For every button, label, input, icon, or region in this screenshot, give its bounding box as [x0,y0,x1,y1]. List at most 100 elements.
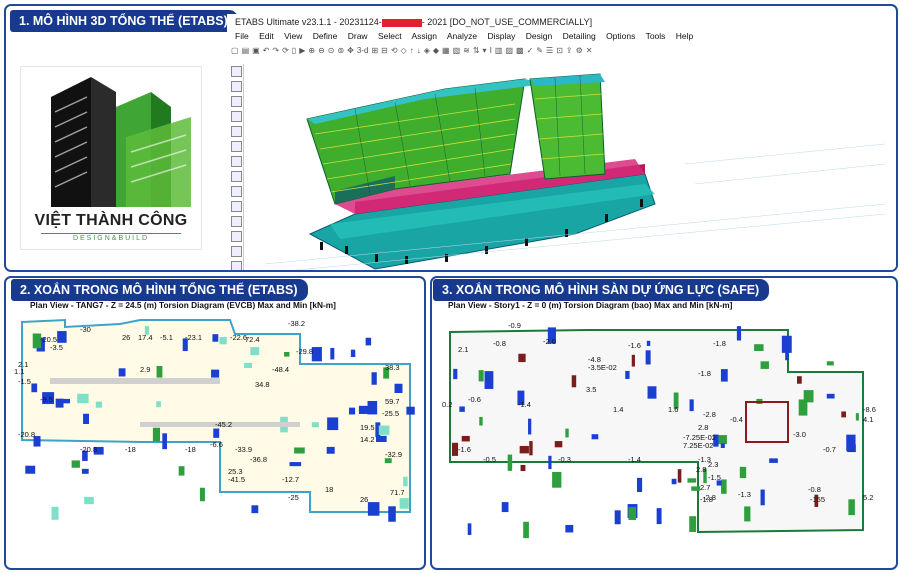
menu-draw[interactable]: Draw [348,31,368,41]
rotate-icon[interactable]: ⟲ [391,46,398,55]
design-check-icon[interactable]: ✓ [527,46,534,55]
draw-line-icon[interactable] [231,81,242,92]
plan-view-icon[interactable]: ⊞ [371,46,378,55]
menu-edit[interactable]: Edit [259,31,274,41]
draw-rect-icon[interactable] [231,186,242,197]
draw-column-icon[interactable] [231,126,242,137]
torsion-bar [552,471,562,488]
draw-opening-icon[interactable] [231,171,242,182]
torsion-bar [518,353,526,363]
menu-tools[interactable]: Tools [646,31,666,41]
menu-detailing[interactable]: Detailing [563,31,596,41]
design-concrete-icon[interactable]: ▥ [495,46,503,55]
torsion-bar [358,405,371,414]
zoom-in-icon[interactable]: ⊕ [308,46,315,55]
torsion-value-label: -6.6 [210,440,223,449]
undo-icon[interactable]: ↶ [263,46,270,55]
pointer-tool-icon[interactable] [231,66,242,77]
torsion-bar [718,435,727,445]
torsion-value-label: -9.5 [40,395,53,404]
torsion-value-label: 38.3 [385,363,400,372]
up-arrow-icon[interactable]: ↑ [410,46,414,55]
display-forces-icon[interactable]: ⇅ [473,46,480,55]
draw-brace-icon[interactable] [231,111,242,122]
design-wall-icon[interactable]: ▩ [516,46,524,55]
select-all-icon[interactable] [231,261,242,270]
detailing-icon[interactable]: ✎ [536,46,543,55]
elevation-icon[interactable]: ⊟ [381,46,388,55]
menu-file[interactable]: File [235,31,249,41]
perspective-icon[interactable]: ◇ [401,46,407,55]
pan-icon[interactable]: ✥ [347,46,354,55]
run-icon[interactable]: ▶ [299,46,305,55]
3d-view-button[interactable]: 3-d [357,46,369,55]
extrude-icon[interactable]: ▧ [453,46,461,55]
torsion-bar [646,340,651,346]
draw-wall-icon[interactable] [231,141,242,152]
torsion-bar [95,401,103,408]
export-icon[interactable]: ⇪ [566,46,573,55]
object-fill-icon[interactable]: ▦ [442,46,450,55]
open-icon[interactable]: ▤ [242,46,250,55]
torsion-bar [519,445,529,454]
torsion-bar [461,435,470,442]
draw-grid-icon[interactable] [231,231,242,242]
3d-model-viewport[interactable] [245,64,896,270]
snap-icon[interactable] [231,246,242,257]
torsion-value-label: -0.5 [483,455,496,464]
redo-icon[interactable]: ↷ [272,46,279,55]
menu-analyze[interactable]: Analyze [447,31,477,41]
torsion-bar [523,521,529,539]
torsion-value-label: -155 [810,495,825,504]
panel-1-title: 1. MÔ HÌNH 3D TỔNG THỂ (ETABS) [10,10,238,32]
menu-help[interactable]: Help [676,31,693,41]
menu-design[interactable]: Design [526,31,552,41]
set-display-icon[interactable]: ◈ [424,46,430,55]
design-steel-icon[interactable]: Ⅰ [490,46,492,55]
zoom-fit-icon[interactable]: ⊚ [337,46,344,55]
draw-poly-icon[interactable] [231,201,242,212]
display-deformed-icon[interactable]: ≋ [463,46,470,55]
display-more-icon[interactable]: ▾ [483,46,487,55]
draw-link-icon[interactable] [231,216,242,227]
save-icon[interactable]: ▣ [252,46,260,55]
torsion-value-label: -0.9 [508,321,521,330]
design-composite-icon[interactable]: ▨ [505,46,513,55]
menu-select[interactable]: Select [378,31,402,41]
zoom-window-icon[interactable]: ⊙ [328,46,335,55]
lock-icon[interactable]: ▯ [292,46,296,55]
torsion-value-label: -1.5 [18,377,31,386]
torsion-value-label: -1.8 [698,369,711,378]
table-icon[interactable]: ⊡ [556,46,563,55]
menu-define[interactable]: Define [313,31,338,41]
torsion-value-label: 26 [122,333,130,342]
settings-icon[interactable]: ⚙ [576,46,583,55]
new-file-icon[interactable]: ▢ [231,46,239,55]
zoom-out-icon[interactable]: ⊖ [318,46,325,55]
refresh-icon[interactable]: ⟳ [282,46,289,55]
torsion-value-label: -25 [288,493,299,502]
torsion-bar [636,477,643,493]
draw-beam-icon[interactable] [231,96,242,107]
close-icon[interactable]: ✕ [586,46,593,55]
menu-display[interactable]: Display [488,31,516,41]
torsion-value-label: -1.5 [708,473,721,482]
shrink-icon[interactable]: ◆ [433,46,439,55]
torsion-value-label: -2.8 [703,410,716,419]
menu-assign[interactable]: Assign [411,31,437,41]
torsion-bar [479,416,483,426]
down-arrow-icon[interactable]: ↓ [417,46,421,55]
torsion-value-label: -20.8 [80,445,97,454]
menu-view[interactable]: View [284,31,302,41]
draw-floor-icon[interactable] [231,156,242,167]
torsion-bar [677,469,682,483]
safe-torsion-plan[interactable]: -0.92.1-0.8 -2.0-4.8-3.5E-02-1.6 -1.83.50.… [438,312,894,568]
panel-2-title: 2. XOẮN TRONG MÔ HÌNH TỔNG THỂ (ETABS) [11,279,308,301]
report-icon[interactable]: ☰ [546,46,553,55]
menu-options[interactable]: Options [606,31,635,41]
torsion-value-label: -0.4 [730,415,743,424]
title-right: - 2021 [DO_NOT_USE_COMMERCIALLY] [421,17,593,27]
title-left: ETABS Ultimate v23.1.1 - 20231124- [235,17,382,27]
etabs-torsion-plan[interactable]: -30-20.5-3.526 17.4 -5.1 -23.1 -22.672.4-38.… [10,312,422,568]
torsion-bar [826,393,835,399]
